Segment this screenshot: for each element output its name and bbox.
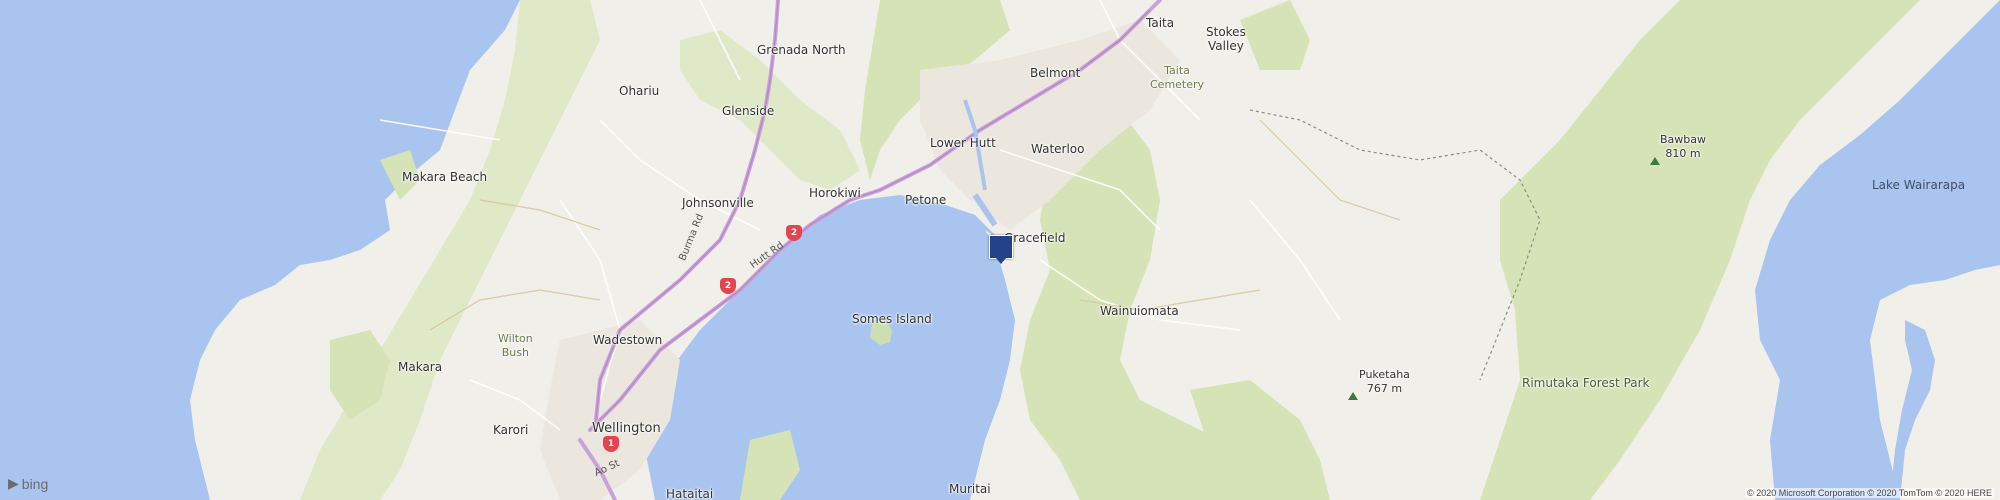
map-canvas[interactable]: Taita Stokes Valley Grenada North Belmon…: [0, 0, 2000, 500]
place-label-puketaha: Puketaha 767 m: [1359, 368, 1410, 396]
place-label-lake-wairarapa: Lake Wairarapa: [1872, 178, 1966, 192]
place-label-wainuiomata: Wainuiomata: [1100, 304, 1179, 318]
place-label-grenada-north: Grenada North: [757, 43, 846, 57]
place-label-hataitai: Hataitai: [666, 487, 714, 500]
peak-icon-puketaha: [1348, 392, 1358, 400]
place-label-wellington: Wellington: [592, 421, 661, 436]
copyright-notice: © 2020 Microsoft Corporation © 2020 TomT…: [1745, 488, 1994, 498]
place-label-wilton-bush: Wilton Bush: [498, 332, 533, 360]
highway-shield-2-north: 2: [786, 225, 802, 241]
place-label-rimutaka-forest-park: Rimutaka Forest Park: [1522, 376, 1650, 390]
highway-shield-1: 1: [603, 436, 619, 452]
place-label-puketaha-text: Puketaha 767 m: [1359, 368, 1410, 395]
place-label-stokes-valley-text: Stokes Valley: [1206, 25, 1246, 53]
highway-shield-2-south: 2: [720, 278, 736, 294]
place-label-waterloo: Waterloo: [1031, 142, 1085, 156]
place-label-makara: Makara: [398, 360, 443, 374]
place-label-stokes-valley: Stokes Valley: [1206, 25, 1246, 53]
place-label-taita-cemetery: Taita Cemetery: [1150, 64, 1204, 92]
place-label-glenside: Glenside: [722, 104, 775, 118]
place-label-makara-beach: Makara Beach: [402, 170, 488, 184]
place-label-somes-island: Somes Island: [852, 312, 932, 326]
place-label-gracefield: Gracefield: [1004, 231, 1066, 245]
location-pin-marker[interactable]: [989, 235, 1013, 264]
place-label-wilton-bush-text: Wilton Bush: [498, 332, 533, 359]
place-label-horokiwi: Horokiwi: [809, 186, 861, 200]
place-label-johnsonville: Johnsonville: [682, 196, 754, 210]
place-label-bawbaw: Bawbaw 810 m: [1660, 133, 1706, 161]
place-label-muritai: Muritai: [949, 482, 991, 496]
place-label-ohariu: Ohariu: [619, 84, 660, 98]
place-label-petone: Petone: [905, 193, 947, 207]
bing-logo-icon: ▶: [8, 476, 19, 492]
place-label-karori: Karori: [493, 423, 529, 437]
place-label-taita-cemetery-text: Taita Cemetery: [1150, 64, 1205, 91]
bing-logo-text: bing: [21, 476, 49, 492]
place-label-lower-hutt: Lower Hutt: [930, 136, 996, 150]
place-label-wadestown: Wadestown: [593, 333, 663, 347]
place-label-taita: Taita: [1146, 16, 1175, 30]
place-label-belmont: Belmont: [1030, 66, 1081, 80]
bing-logo[interactable]: ▶ bing: [8, 476, 48, 492]
place-label-bawbaw-text: Bawbaw 810 m: [1660, 133, 1707, 160]
peak-icon-bawbaw: [1650, 157, 1660, 165]
